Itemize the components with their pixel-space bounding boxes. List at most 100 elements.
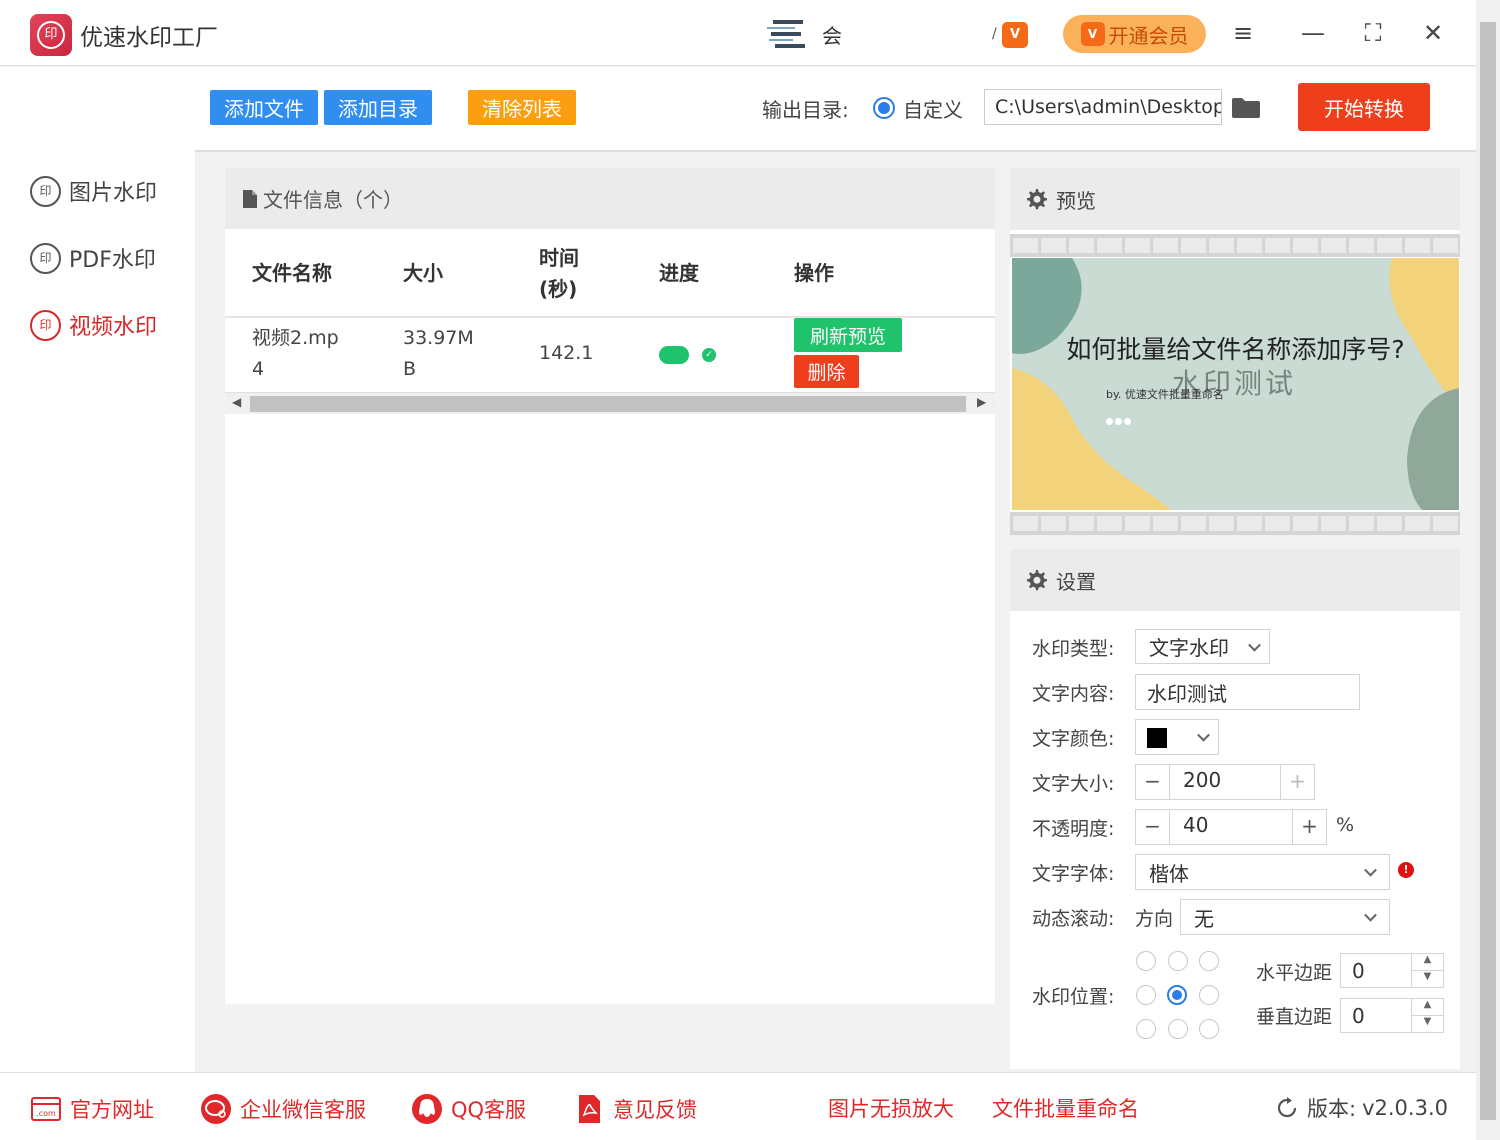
position-bottom-left-radio[interactable] <box>1136 1019 1156 1039</box>
custom-output-radio[interactable] <box>873 97 895 119</box>
watermark-type-select[interactable]: 文字水印 <box>1135 629 1270 664</box>
spin-up-icon[interactable]: ▲ <box>1411 999 1443 1016</box>
size-decrease-button[interactable]: − <box>1136 765 1170 799</box>
color-swatch <box>1147 728 1167 748</box>
file-time-cell: 142.1 <box>539 342 594 364</box>
clear-list-button[interactable]: 清除列表 <box>468 90 576 125</box>
spin-up-icon[interactable]: ▲ <box>1411 954 1443 971</box>
sidebar-item-image-watermark[interactable]: 印 图片水印 <box>30 171 157 211</box>
text-color-label: 文字颜色: <box>1032 728 1115 750</box>
menu-icon[interactable]: ≡ <box>1228 18 1258 48</box>
seal-icon: 印 <box>30 175 61 207</box>
version-label: 版本: <box>1307 1097 1357 1121</box>
watermark-type-value: 文字水印 <box>1149 636 1229 660</box>
sidebar: 印 图片水印 印 PDF水印 印 视频水印 <box>0 67 195 1072</box>
app-title: 优速水印工厂 <box>80 25 218 51</box>
add-file-button[interactable]: 添加文件 <box>210 90 318 125</box>
warning-icon[interactable]: ! <box>1398 862 1414 878</box>
watermark-type-label: 水印类型: <box>1032 638 1115 660</box>
spin-down-icon[interactable]: ▼ <box>1411 1015 1443 1032</box>
column-header-time: 时间 (秒) <box>539 243 579 305</box>
column-header-progress: 进度 <box>659 261 699 285</box>
add-directory-button[interactable]: 添加目录 <box>324 90 432 125</box>
file-name-line2: 4 <box>252 358 265 380</box>
scroll-right-icon[interactable]: ▶ <box>977 395 986 409</box>
minimize-icon[interactable]: — <box>1298 18 1328 48</box>
website-icon-text: .com <box>36 1109 56 1118</box>
open-vip-button[interactable]: V 开通会员 <box>1063 15 1206 53</box>
slide-dots <box>1106 410 1133 429</box>
chevron-down-icon <box>1364 863 1377 877</box>
column-header-operations: 操作 <box>794 261 834 285</box>
text-size-stepper[interactable]: − 200 + <box>1135 764 1315 800</box>
document-icon <box>243 189 257 208</box>
batch-rename-link[interactable]: 文件批量重命名 <box>992 1093 1139 1123</box>
font-select[interactable]: 楷体 <box>1135 854 1390 890</box>
text-content-input[interactable]: 水印测试 <box>1135 674 1360 710</box>
wechat-service-link[interactable]: 企业微信客服 <box>200 1093 366 1125</box>
font-label: 文字字体: <box>1032 863 1115 885</box>
size-increase-button[interactable]: + <box>1280 765 1314 799</box>
slide-title: 如何批量给文件名称添加序号? <box>1066 335 1405 364</box>
position-top-right-radio[interactable] <box>1199 951 1219 971</box>
refresh-preview-button[interactable]: 刷新预览 <box>794 318 902 352</box>
position-middle-right-radio[interactable] <box>1199 985 1219 1005</box>
scrollbar-thumb[interactable] <box>250 396 966 412</box>
version-info[interactable]: 版本: v2.0.3.0 <box>1275 1093 1448 1123</box>
text-color-picker[interactable] <box>1135 719 1219 755</box>
horizontal-margin-value[interactable]: 0 <box>1352 959 1365 983</box>
position-bottom-center-radio[interactable] <box>1168 1019 1188 1039</box>
position-bottom-right-radio[interactable] <box>1199 1019 1219 1039</box>
position-top-center-radio[interactable] <box>1168 951 1188 971</box>
percent-sign: % <box>1336 814 1355 836</box>
qq-service-link[interactable]: QQ客服 <box>411 1093 526 1125</box>
position-center-radio[interactable] <box>1167 985 1187 1005</box>
spin-down-icon[interactable]: ▼ <box>1411 970 1443 987</box>
image-upscale-link[interactable]: 图片无损放大 <box>828 1093 954 1123</box>
pdf-feedback-icon <box>579 1095 600 1123</box>
start-convert-button[interactable]: 开始转换 <box>1298 83 1430 131</box>
text-size-value[interactable]: 200 <box>1183 768 1221 792</box>
horizontal-scrollbar[interactable]: ◀ ▶ <box>225 392 995 414</box>
vip-icon: V <box>1080 22 1105 46</box>
maximize-icon[interactable]: ⛶ <box>1358 18 1388 48</box>
file-name-line1: 视频2.mp <box>252 327 339 349</box>
footer-bar: .com 官方网址 企业微信客服 QQ客服 意见反馈 图片无损放大 文件批量重命… <box>0 1072 1476 1140</box>
text-size-label: 文字大小: <box>1032 773 1115 795</box>
wechat-icon <box>201 1094 231 1124</box>
feedback-link[interactable]: 意见反馈 <box>573 1093 697 1125</box>
file-size-line1: 33.97M <box>403 327 474 349</box>
delete-button[interactable]: 删除 <box>794 355 859 388</box>
film-strip-top <box>1010 234 1460 257</box>
custom-output-label[interactable]: 自定义 <box>903 94 963 123</box>
sidebar-item-pdf-watermark[interactable]: 印 PDF水印 <box>30 238 156 278</box>
opacity-increase-button[interactable]: + <box>1292 810 1326 844</box>
position-middle-left-radio[interactable] <box>1136 985 1156 1005</box>
opacity-value[interactable]: 40 <box>1183 813 1208 837</box>
vertical-margin-value[interactable]: 0 <box>1352 1004 1365 1028</box>
preview-header: 预览 <box>1010 168 1460 230</box>
horizontal-margin-spinner[interactable]: 0 ▲ ▼ <box>1340 953 1444 988</box>
official-website-link[interactable]: .com 官方网址 <box>30 1093 154 1125</box>
toolbar: 添加文件 添加目录 清除列表 输出目录: 自定义 C:\Users\admin\… <box>195 67 1476 152</box>
app-logo: 印 <box>30 14 72 56</box>
app-window: 印 优速水印工厂 会 / V V 开通会员 ≡ — ⛶ ✕ 印 图片水印 印 P… <box>0 0 1500 1140</box>
vip-badge-icon[interactable]: V <box>1002 22 1028 48</box>
position-top-left-radio[interactable] <box>1136 951 1156 971</box>
seal-icon: 印 <box>30 309 61 341</box>
file-name-cell: 视频2.mp 4 <box>252 323 339 385</box>
opacity-decrease-button[interactable]: − <box>1136 810 1170 844</box>
scroll-left-icon[interactable]: ◀ <box>232 395 241 409</box>
vertical-margin-spinner[interactable]: 0 ▲ ▼ <box>1340 998 1444 1033</box>
direction-select[interactable]: 无 <box>1180 899 1390 935</box>
output-path-input[interactable]: C:\Users\admin\Desktop <box>984 89 1222 125</box>
file-list-title: 文件信息（个） <box>263 188 403 212</box>
vertical-scrollbar-thumb[interactable] <box>1480 22 1496 1120</box>
close-icon[interactable]: ✕ <box>1418 18 1448 48</box>
vertical-scrollbar[interactable] <box>1476 0 1500 1140</box>
file-list-header: 文件信息（个） <box>225 168 995 229</box>
opacity-stepper[interactable]: − 40 + <box>1135 809 1327 845</box>
folder-icon[interactable] <box>1231 97 1261 119</box>
gear-icon <box>1027 570 1047 591</box>
sidebar-item-video-watermark[interactable]: 印 视频水印 <box>30 305 157 345</box>
